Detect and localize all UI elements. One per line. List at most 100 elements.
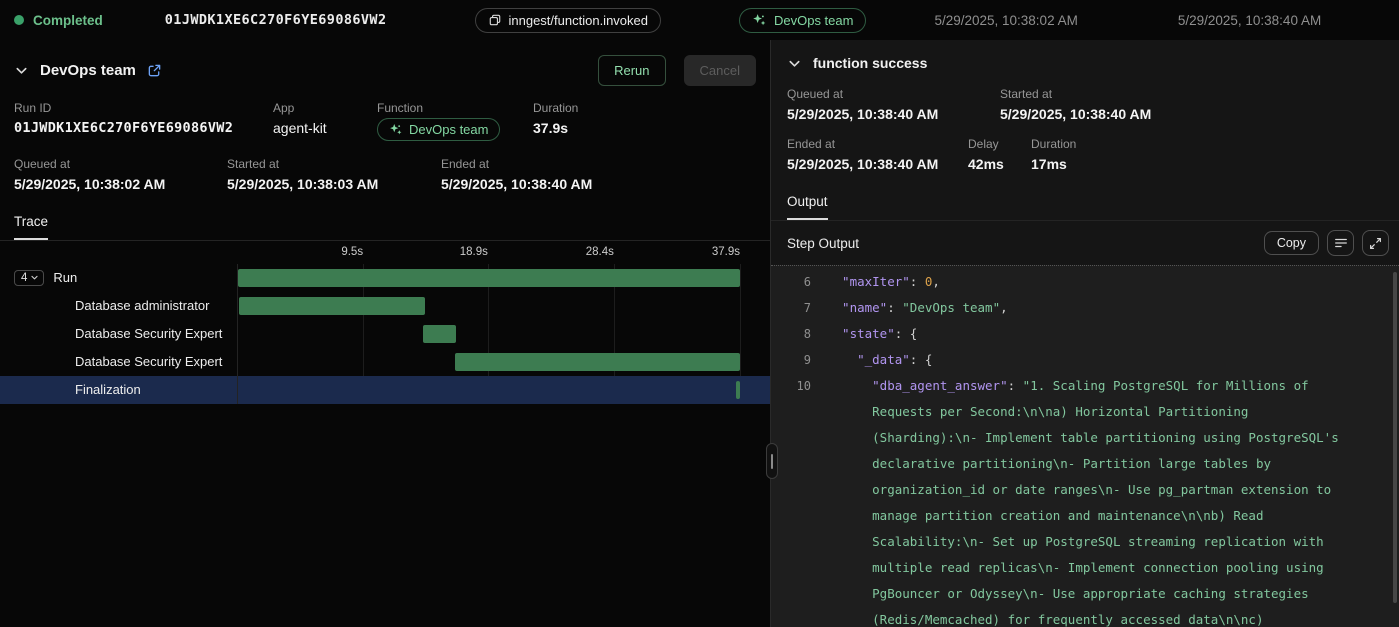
trace-span-bar[interactable]	[423, 325, 456, 343]
right-panel-title: function success	[813, 55, 927, 71]
run-metadata: Run ID 01JWDK1XE6C270F6YE69086VW2 App ag…	[0, 99, 770, 207]
field-started-at: Started at 5/29/2025, 10:38:03 AM	[227, 157, 441, 192]
step-output-title: Step Output	[787, 236, 1256, 251]
trace-row-timeline	[237, 376, 740, 404]
chevron-down-icon[interactable]	[787, 56, 802, 71]
line-number: 9	[771, 347, 811, 373]
code-line-text: "maxIter": 0,	[827, 269, 1399, 295]
function-badge-label: DevOps team	[774, 13, 853, 28]
code-line: 10"dba_agent_answer": "1. Scaling Postgr…	[771, 373, 1399, 627]
run-start-timestamp: 5/29/2025, 10:38:02 AM	[934, 13, 1077, 28]
trace-time-axis: 9.5s 18.9s 28.4s 37.9s	[0, 241, 770, 264]
trace-row-timeline	[237, 320, 740, 348]
sparkles-icon	[752, 13, 767, 28]
code-line: 8 "state": {	[771, 321, 1399, 347]
topbar-run-id: 01JWDK1XE6C270F6YE69086VW2	[165, 12, 387, 28]
expand-button[interactable]	[1362, 230, 1389, 256]
function-badge-label: DevOps team	[409, 122, 488, 137]
left-tabs: Trace	[0, 207, 770, 241]
trace-row-database-security-expert[interactable]: Database Security Expert	[0, 348, 770, 376]
left-panel-title: DevOps team	[40, 62, 136, 79]
trace-step-name: Finalization	[75, 382, 141, 397]
trace-row-label: Database Security Expert	[0, 326, 237, 341]
wrap-lines-icon	[1334, 236, 1348, 250]
code-line: 9 "_data": {	[771, 347, 1399, 373]
code-lines: 6 "maxIter": 0,7"name": "DevOps team",8 "s…	[771, 269, 1399, 627]
line-number: 10	[771, 373, 811, 627]
trace-span-bar[interactable]	[455, 353, 740, 371]
trace-step-name: Database Security Expert	[75, 326, 222, 341]
code-line: 6 "maxIter": 0,	[771, 269, 1399, 295]
axis-tick-label: 28.4s	[586, 246, 614, 258]
external-link-icon[interactable]	[147, 63, 162, 78]
right-tabs: Output	[771, 187, 1399, 221]
trace-rows: 4 Run Database administrator Database Secur…	[0, 264, 770, 404]
field-app: App agent-kit	[273, 101, 377, 142]
line-number: 8	[771, 321, 811, 347]
rerun-button[interactable]: Rerun	[598, 55, 665, 86]
code-scrollbar-thumb[interactable]	[1393, 272, 1397, 603]
topbar: Completed 01JWDK1XE6C270F6YE69086VW2 inn…	[0, 0, 1399, 40]
field-duration: Duration 37.9s	[533, 101, 578, 142]
function-badge-topbar[interactable]: DevOps team	[739, 8, 866, 33]
trace-row-database-security-expert[interactable]: Database Security Expert	[0, 320, 770, 348]
trace-waterfall: 9.5s 18.9s 28.4s 37.9s 4 Run Database adminis…	[0, 241, 770, 404]
trace-row-label: Database administrator	[0, 298, 237, 313]
code-line-text: "dba_agent_answer": "1. Scaling PostgreS…	[827, 373, 1399, 627]
code-line: 7"name": "DevOps team",	[771, 295, 1399, 321]
run-id-value: 01JWDK1XE6C270F6YE69086VW2	[14, 120, 273, 136]
trace-row-finalization[interactable]: Finalization	[0, 376, 770, 404]
trace-row-timeline	[237, 348, 740, 376]
code-line-text: "_data": {	[827, 347, 1399, 373]
field-started-at: Started at 5/29/2025, 10:38:40 AM	[1000, 87, 1151, 122]
trace-step-name: Run	[53, 270, 77, 285]
chevron-down-icon[interactable]	[14, 63, 29, 78]
trace-row-label: Database Security Expert	[0, 354, 237, 369]
run-status: Completed	[33, 13, 103, 28]
duration-value: 37.9s	[533, 120, 578, 136]
left-panel-header: DevOps team Rerun Cancel	[0, 40, 770, 99]
axis-tick-label: 18.9s	[460, 246, 488, 258]
axis-tick-label: 37.9s	[712, 246, 740, 258]
field-ended-at: Ended at 5/29/2025, 10:38:40 AM	[787, 137, 968, 172]
event-badge-label: inngest/function.invoked	[509, 13, 648, 28]
wrap-lines-button[interactable]	[1327, 230, 1354, 256]
code-scrollbar[interactable]	[1393, 272, 1397, 617]
field-queued-at: Queued at 5/29/2025, 10:38:40 AM	[787, 87, 1000, 122]
function-badge[interactable]: DevOps team	[377, 118, 500, 141]
step-output-code: 6 "maxIter": 0,7"name": "DevOps team",8 "s…	[771, 265, 1399, 627]
field-run-id: Run ID 01JWDK1XE6C270F6YE69086VW2	[14, 101, 273, 142]
trace-row-label: Finalization	[0, 382, 237, 397]
trace-row-label: 4 Run	[0, 270, 237, 286]
steps-count-expander[interactable]: 4	[14, 270, 44, 286]
right-panel-header: function success	[771, 40, 1399, 85]
trace-span-bar[interactable]	[239, 297, 425, 315]
tab-output[interactable]: Output	[787, 194, 828, 220]
main-split: DevOps team Rerun Cancel Run ID 01JWDK1X…	[0, 40, 1399, 627]
code-line-text: "state": {	[827, 321, 1399, 347]
trace-row-timeline	[237, 264, 740, 292]
axis-tick-label: 9.5s	[341, 246, 363, 258]
trace-step-name: Database administrator	[75, 298, 209, 313]
trace-row-run[interactable]: 4 Run	[0, 264, 770, 292]
status-dot-icon	[14, 15, 24, 25]
tab-trace[interactable]: Trace	[14, 214, 48, 240]
event-icon	[488, 13, 502, 27]
line-number: 7	[771, 295, 811, 321]
expand-icon	[1369, 237, 1382, 250]
run-end-timestamp: 5/29/2025, 10:38:40 AM	[1178, 13, 1321, 28]
cancel-button[interactable]: Cancel	[684, 55, 756, 86]
field-duration: Duration 17ms	[1031, 137, 1076, 172]
event-badge[interactable]: inngest/function.invoked	[475, 8, 661, 33]
run-details-panel: DevOps team Rerun Cancel Run ID 01JWDK1X…	[0, 40, 771, 627]
trace-span-bar[interactable]	[238, 269, 740, 287]
trace-span-bar[interactable]	[736, 381, 740, 399]
line-number: 6	[771, 269, 811, 295]
step-details-panel: function success Queued at 5/29/2025, 10…	[771, 40, 1399, 627]
trace-row-timeline	[237, 292, 740, 320]
panel-resize-handle[interactable]	[766, 443, 778, 479]
app-link[interactable]: agent-kit	[273, 120, 377, 136]
step-output-toolbar: Step Output Copy	[771, 221, 1399, 265]
copy-button[interactable]: Copy	[1264, 231, 1319, 255]
trace-row-database-administrator[interactable]: Database administrator	[0, 292, 770, 320]
